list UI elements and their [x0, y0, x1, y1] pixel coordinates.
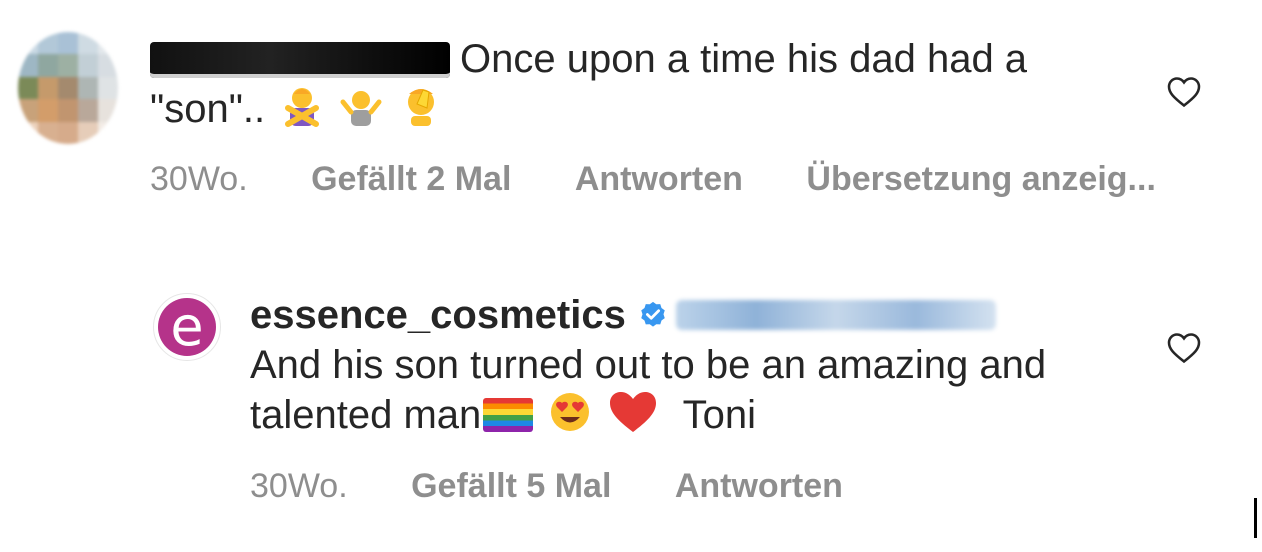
comment-likes-button[interactable]: Gefällt 2 Mal — [311, 160, 511, 199]
brand-avatar[interactable]: e — [153, 293, 221, 361]
heart-eyes-emoji — [548, 390, 592, 446]
reply-signature: Toni — [682, 393, 757, 437]
reply-username[interactable]: essence_cosmetics — [250, 293, 626, 337]
rainbow-flag-icon — [483, 398, 534, 432]
redacted-username — [150, 42, 450, 78]
comment-timestamp: 30Wo. — [150, 160, 248, 198]
comments-view: Once upon a time his dad had a "son".. 3… — [0, 0, 1262, 552]
verified-badge-icon — [638, 292, 668, 342]
person-shrugging-emoji — [339, 84, 383, 140]
comment-text: Once upon a time his dad had a "son".. — [150, 34, 1110, 140]
red-heart-emoji — [608, 390, 658, 446]
reply-meta: 30Wo. Gefällt 5 Mal Antworten — [250, 467, 843, 506]
face-palm-emoji — [399, 84, 443, 140]
like-comment-heart-icon[interactable] — [1166, 74, 1202, 110]
reply-text: And his son turned out to be an amazing … — [250, 340, 1150, 446]
essence-logo-icon: e — [158, 298, 216, 356]
reply-likes-button[interactable]: Gefällt 5 Mal — [411, 467, 611, 506]
reply-button[interactable]: Antworten — [575, 160, 743, 199]
show-translation-button[interactable]: Übersetzung anzeig... — [806, 160, 1156, 199]
comment-meta: 30Wo. Gefällt 2 Mal Antworten Übersetzun… — [150, 160, 1156, 199]
redacted-mention — [675, 300, 996, 330]
commenter-avatar[interactable] — [18, 32, 118, 144]
like-reply-heart-icon[interactable] — [1166, 330, 1202, 366]
reply-header: essence_cosmetics — [250, 290, 996, 342]
person-gesturing-no-emoji — [280, 84, 324, 140]
text-cursor — [1254, 498, 1257, 538]
reply-timestamp: 30Wo. — [250, 467, 348, 505]
reply-reply-button[interactable]: Antworten — [675, 467, 843, 506]
